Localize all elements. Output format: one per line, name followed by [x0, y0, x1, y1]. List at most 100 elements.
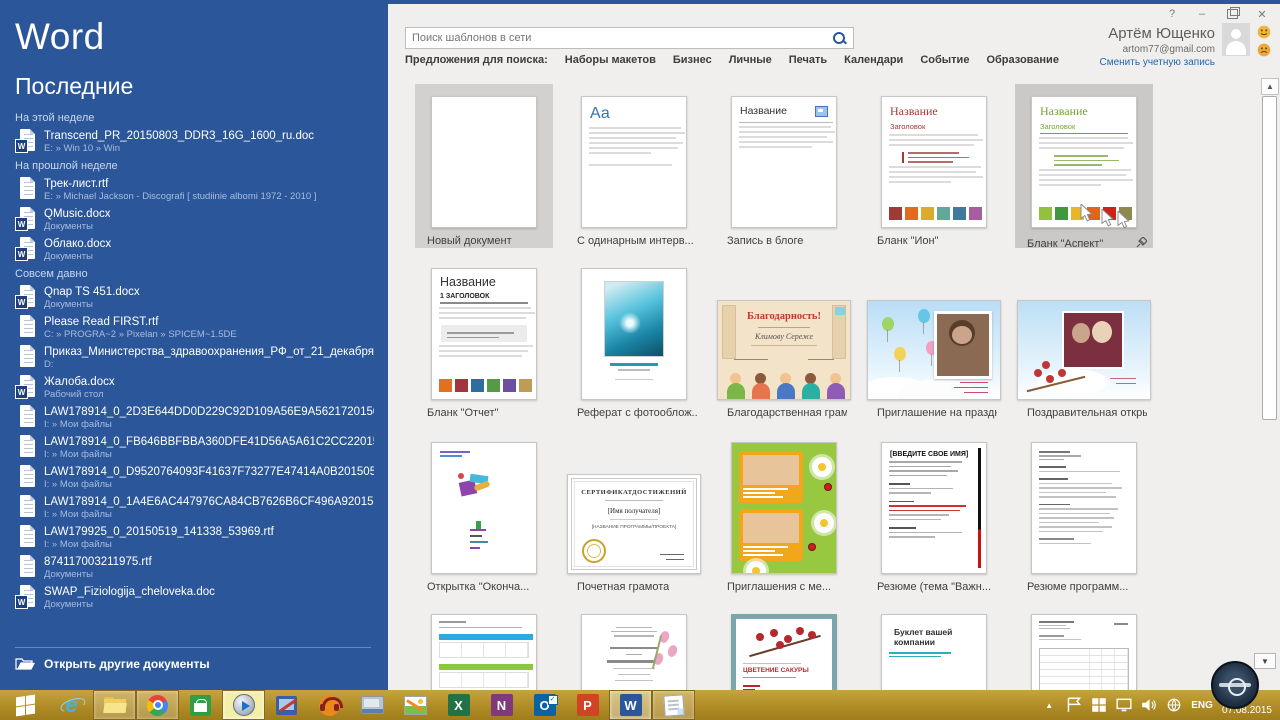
sidebar-divider — [15, 647, 371, 648]
recent-file-item[interactable]: WQMusic.docxДокументы — [15, 207, 375, 232]
template-thumbnail: СЕРТИФИКАТДОСТИЖЕНИЙ[Имя получателя][НАЗ… — [567, 474, 701, 574]
recent-file-item[interactable]: WSWAP_Fiziologija_cheloveka.docДокументы — [15, 585, 375, 610]
language-indicator[interactable]: ENG — [1191, 700, 1213, 711]
taskbar-icon-outlook[interactable]: O✓ — [523, 690, 566, 720]
taskbar-icon-image-editor[interactable] — [394, 690, 437, 720]
taskbar-icon-internet-explorer[interactable]: e — [50, 690, 93, 720]
grid-rows — [439, 642, 529, 658]
recent-file-path: D: — [44, 359, 374, 370]
template-tile-babyinvite[interactable]: Приглашения с ме... — [715, 430, 853, 594]
template-tile-report[interactable]: Название1 ЗАГОЛОВОКБланк "Отчет" — [415, 256, 553, 420]
taskbar-icon-media-player[interactable] — [222, 690, 265, 720]
text-line — [1039, 169, 1131, 171]
app-title: Word — [15, 16, 105, 58]
action-center-flag-icon[interactable] — [1066, 697, 1082, 713]
text-line — [1039, 478, 1068, 480]
open-other-documents-button[interactable]: Открыть другие документы — [15, 656, 210, 671]
template-tile-letterhead[interactable]: НазваниеЗаголовокБланк "Аспект" — [1015, 84, 1153, 248]
taskbar-icon-file-explorer[interactable] — [93, 690, 136, 720]
scrollbar-thumb[interactable] — [1262, 96, 1277, 420]
search-suggestion-link[interactable]: Образование — [986, 54, 1059, 66]
taskbar-icon-chrome[interactable] — [136, 690, 179, 720]
template-tile-gradcard[interactable]: Открытка "Оконча... — [415, 430, 553, 594]
taskbar-icon-notepad[interactable] — [652, 690, 695, 720]
text-line — [1039, 492, 1106, 494]
text-line — [889, 505, 966, 507]
text-line — [739, 141, 833, 143]
volume-icon[interactable] — [1141, 697, 1157, 713]
recent-file-title: LAW179925_0_20150519_141338_53969.rtf — [44, 525, 274, 539]
file-icon — [15, 315, 35, 339]
template-tile-blank[interactable]: Новый документ — [415, 84, 553, 248]
recent-file-item[interactable]: LAW178914_0_FB646BBFBBA360DFE41D56A5A61C… — [15, 435, 375, 460]
start-button[interactable] — [0, 690, 50, 720]
recent-file-item[interactable]: WОблако.docxДокументы — [15, 237, 375, 262]
recent-file-item[interactable]: WЖалоба.docxРабочий стол — [15, 375, 375, 400]
recent-file-item[interactable]: WTranscend_PR_20150803_DDR3_16G_1600_ru.… — [15, 129, 375, 154]
recent-file-item[interactable]: Трек-лист.rtfE: » Michael Jackson - Disc… — [15, 177, 375, 202]
search-input[interactable] — [406, 28, 827, 48]
text-line — [1039, 628, 1070, 629]
thumb-heading: ЦВЕТЕНИЕ САКУРЫ — [743, 667, 825, 674]
recent-file-item[interactable]: 874117003211975.rtfДокументы — [15, 555, 375, 580]
template-tile-party[interactable]: Приглашение на праздник с... — [865, 256, 1003, 420]
windows-update-icon[interactable] — [1091, 697, 1107, 713]
switch-account-link[interactable]: Сменить учетную запись — [1099, 56, 1215, 70]
taskbar-icon-movie-maker[interactable] — [265, 690, 308, 720]
frown-icon[interactable] — [1257, 43, 1271, 57]
template-label: Поздравительная открытка с... — [1027, 407, 1147, 419]
text-line — [615, 379, 652, 381]
recent-file-item[interactable]: LAW178914_0_2D3E644DD0D229C92D109A56E9A5… — [15, 405, 375, 430]
search-suggestion-link[interactable]: Печать — [789, 54, 827, 66]
recent-file-item[interactable]: LAW178914_0_D9520764093F41637F73277E4741… — [15, 465, 375, 490]
taskbar-icon-archive-app[interactable] — [351, 690, 394, 720]
template-tile-gratitude[interactable]: Благодарность!Климову СережеБлагодарстве… — [715, 256, 853, 420]
filter-dropdown-button[interactable]: ▼ — [1254, 653, 1276, 669]
search-suggestion-link[interactable]: Календари — [844, 54, 903, 66]
scrollbar-up-button[interactable]: ▲ — [1261, 78, 1279, 95]
daisy — [812, 457, 832, 477]
help-button[interactable]: ? — [1160, 5, 1184, 23]
pin-icon[interactable] — [1136, 235, 1147, 253]
template-tile-photocover[interactable]: Реферат с фотооблож... — [565, 256, 703, 420]
recent-file-item[interactable]: LAW179925_0_20150519_141338_53969.rtfI: … — [15, 525, 375, 550]
recent-file-item[interactable]: LAW178914_0_1A4E6AC447976CA84CB7626B6CF4… — [15, 495, 375, 520]
taskbar-icon-aimp[interactable] — [308, 690, 351, 720]
template-thumbnail: Аа — [581, 96, 687, 228]
swatch — [1055, 207, 1068, 220]
network-icon[interactable] — [1166, 697, 1182, 713]
template-tile-greeting[interactable]: Поздравительная открытка с... — [1015, 256, 1153, 420]
avatar[interactable] — [1222, 23, 1250, 56]
taskbar-icon-word[interactable]: W — [609, 690, 652, 720]
text-line — [589, 164, 672, 166]
search-button[interactable] — [827, 28, 853, 48]
smile-icon[interactable] — [1257, 25, 1271, 39]
template-tile-blog[interactable]: НазваниеЗапись в блоге — [715, 84, 853, 248]
template-tile-achievement[interactable]: СЕРТИФИКАТДОСТИЖЕНИЙ[Имя получателя][НАЗ… — [565, 430, 703, 594]
display-icon[interactable] — [1116, 697, 1132, 713]
recent-file-item[interactable]: Приказ_Министерства_здравоохранения_РФ_о… — [15, 345, 375, 370]
tray-hidden-icons-chevron[interactable]: ▲ — [1041, 697, 1057, 713]
recent-file-item[interactable]: WQnap TS 451.docxДокументы — [15, 285, 375, 310]
restore-button[interactable] — [1220, 5, 1244, 23]
template-search-box — [405, 27, 854, 49]
taskbar-icon-onenote[interactable]: N — [480, 690, 523, 720]
search-suggestion-link[interactable]: Личные — [729, 54, 772, 66]
template-tile-resume2[interactable]: Резюме программ... — [1015, 430, 1153, 594]
recent-file-item[interactable]: Please Read FIRST.rtfC: » PROGRA~2 » Pix… — [15, 315, 375, 340]
taskbar-icon-store[interactable] — [179, 690, 222, 720]
taskbar-icon-powerpoint[interactable]: P — [566, 690, 609, 720]
template-tile-resume1[interactable]: [ВВЕДИТЕ СВОЕ ИМЯ]Резюме (тема "Важн... — [865, 430, 1003, 594]
taskbar-icon-excel[interactable]: X — [437, 690, 480, 720]
search-suggestion-link[interactable]: Бизнес — [673, 54, 712, 66]
template-thumbnail — [731, 442, 837, 574]
search-suggestion-link[interactable]: Событие — [920, 54, 969, 66]
swatch — [969, 207, 982, 220]
template-tile-letterhead[interactable]: НазваниеЗаголовокБланк "Ион" — [865, 84, 1003, 248]
recent-file-title: 874117003211975.rtf — [44, 555, 152, 569]
template-tile-single[interactable]: АаС одинарным интерв... — [565, 84, 703, 248]
search-suggestion-link[interactable]: Наборы макетов — [565, 54, 656, 66]
recent-file-path: Документы — [44, 221, 110, 232]
close-button[interactable]: ✕ — [1250, 5, 1274, 23]
minimize-button[interactable]: – — [1190, 5, 1214, 23]
